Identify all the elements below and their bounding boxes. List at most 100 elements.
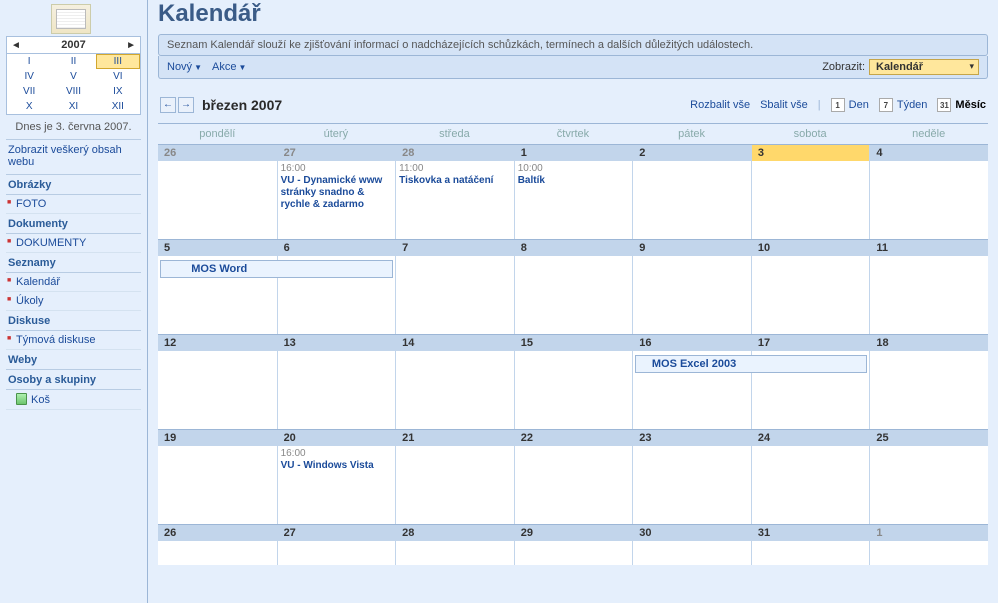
day-cell[interactable]: 31 — [751, 525, 870, 565]
day-cell[interactable]: 7 — [395, 240, 514, 334]
day-cell[interactable]: 14 — [395, 335, 514, 429]
month-picker-item[interactable]: IX — [96, 84, 140, 99]
day-number: 27 — [278, 525, 396, 541]
day-cell[interactable]: 13 — [277, 335, 396, 429]
day-cell[interactable]: 2 — [632, 145, 751, 239]
calendar-event[interactable]: 16:00VU - Dynamické www stránky snadno &… — [281, 163, 393, 211]
day-cell[interactable]: 3 — [751, 145, 870, 239]
calendar-event-span-continuation[interactable] — [277, 260, 394, 278]
calendar-event[interactable]: 11:00Tiskovka a natáčení — [399, 163, 511, 187]
day-cell[interactable]: 110:00Baltík — [514, 145, 633, 239]
month-picker-item[interactable]: XI — [51, 99, 95, 114]
expand-all-link[interactable]: Rozbalit vše — [690, 99, 750, 111]
next-month-button[interactable]: → — [178, 97, 194, 113]
collapse-all-link[interactable]: Sbalit vše — [760, 99, 808, 111]
view-select[interactable]: Kalendář — [869, 59, 979, 75]
day-cell[interactable]: 30 — [632, 525, 751, 565]
day-cell[interactable]: 26 — [158, 145, 277, 239]
month-picker-item[interactable]: VIII — [51, 84, 95, 99]
day-view-button[interactable]: 1 Den — [831, 98, 869, 112]
day-cell[interactable]: 29 — [514, 525, 633, 565]
event-time: 10:00 — [518, 163, 543, 174]
day-cell[interactable]: 9 — [632, 240, 751, 334]
month-picker-item[interactable]: VII — [7, 84, 51, 99]
prev-month-button[interactable]: ← — [160, 97, 176, 113]
event-time: 16:00 — [281, 448, 306, 459]
day-cell[interactable]: 17 — [751, 335, 870, 429]
day-cell[interactable]: 22 — [514, 430, 633, 524]
day-cell[interactable]: 23 — [632, 430, 751, 524]
prev-year-button[interactable]: ◄ — [11, 40, 21, 51]
day-cell[interactable]: 5MOS Word — [158, 240, 277, 334]
recycle-bin-label: Koš — [31, 394, 50, 406]
day-number: 17 — [752, 335, 870, 351]
day-number: 8 — [515, 240, 633, 256]
day-cell[interactable]: 27 — [277, 525, 396, 565]
month-picker-item[interactable]: V — [51, 69, 95, 84]
day-number: 20 — [278, 430, 396, 446]
day-number: 26 — [158, 525, 277, 541]
day-cell[interactable]: 10 — [751, 240, 870, 334]
month-view-icon: 31 — [937, 98, 951, 112]
day-cell[interactable]: 20 16:00VU - Windows Vista — [277, 430, 396, 524]
calendar-event-span[interactable]: MOS Word — [160, 260, 278, 278]
month-view-button[interactable]: 31 Měsíc — [937, 98, 986, 112]
day-cell[interactable]: 11 — [869, 240, 988, 334]
month-picker-item[interactable]: IV — [7, 69, 51, 84]
day-number: 22 — [515, 430, 633, 446]
day-number: 10 — [752, 240, 870, 256]
month-picker-item[interactable]: II — [51, 54, 95, 69]
calendar-event[interactable]: 10:00Baltík — [518, 163, 630, 187]
day-cell[interactable]: 24 — [751, 430, 870, 524]
nav-item-kos[interactable]: Koš — [6, 390, 141, 410]
day-cell[interactable]: 25 — [869, 430, 988, 524]
day-cell[interactable]: 19 — [158, 430, 277, 524]
day-cell[interactable]: 16MOS Excel 2003 — [632, 335, 751, 429]
show-all-content-link[interactable]: Zobrazit veškerý obsah webu — [6, 140, 141, 175]
month-picker-item[interactable]: III — [96, 54, 140, 69]
nav-item-kalendar[interactable]: Kalendář — [6, 273, 141, 292]
actions-button[interactable]: Akce▼ — [212, 61, 246, 73]
month-picker-item[interactable]: XII — [96, 99, 140, 114]
event-title: VU - Dynamické www stránky snadno & rych… — [281, 175, 383, 210]
calendar-event-span[interactable]: MOS Excel 2003 — [635, 355, 752, 373]
week-view-button[interactable]: 7 Týden — [879, 98, 928, 112]
nav-section-discussion: Diskuse — [6, 311, 141, 331]
month-picker-item[interactable]: VI — [96, 69, 140, 84]
calendar-event-span-continuation[interactable] — [751, 355, 868, 373]
main-area: Kalendář Seznam Kalendář slouží ke zjišť… — [148, 0, 998, 603]
day-cell[interactable]: 21 — [395, 430, 514, 524]
day-number: 2 — [633, 145, 751, 161]
calendar-event[interactable]: 16:00VU - Windows Vista — [281, 448, 393, 472]
day-cell[interactable]: 18 — [869, 335, 988, 429]
nav-item-dokumenty[interactable]: DOKUMENTY — [6, 234, 141, 253]
day-cell[interactable]: 15 — [514, 335, 633, 429]
day-cell[interactable]: 2716:00VU - Dynamické www stránky snadno… — [277, 145, 396, 239]
new-button[interactable]: Nový▼ — [167, 61, 202, 73]
day-number: 7 — [396, 240, 514, 256]
month-picker-item[interactable]: I — [7, 54, 51, 69]
month-picker-item[interactable]: X — [7, 99, 51, 114]
day-number: 1 — [870, 525, 988, 541]
nav-item-ukoly[interactable]: Úkoly — [6, 292, 141, 311]
day-cell[interactable]: 1 — [869, 525, 988, 565]
day-number: 28 — [396, 145, 514, 161]
year-label: 2007 — [61, 39, 85, 51]
today-text: Dnes je 3. června 2007. — [6, 115, 141, 140]
recycle-bin-icon — [16, 393, 27, 405]
day-cell[interactable]: 28 11:00Tiskovka a natáčení — [395, 145, 514, 239]
nav-section-sites[interactable]: Weby — [6, 350, 141, 370]
nav-item-foto[interactable]: FOTO — [6, 195, 141, 214]
next-year-button[interactable]: ► — [126, 40, 136, 51]
dayofweek-header: pátek — [632, 124, 751, 144]
nav-item-tymova-diskuse[interactable]: Týmová diskuse — [6, 331, 141, 350]
day-cell[interactable]: 28 — [395, 525, 514, 565]
day-cell[interactable]: 6 — [277, 240, 396, 334]
page-title: Kalendář — [158, 0, 988, 28]
day-cell[interactable]: 4 — [869, 145, 988, 239]
nav-section-people[interactable]: Osoby a skupiny — [6, 370, 141, 390]
day-cell[interactable]: 8 — [514, 240, 633, 334]
event-title: Baltík — [518, 175, 545, 186]
day-cell[interactable]: 12 — [158, 335, 277, 429]
day-cell[interactable]: 26 — [158, 525, 277, 565]
